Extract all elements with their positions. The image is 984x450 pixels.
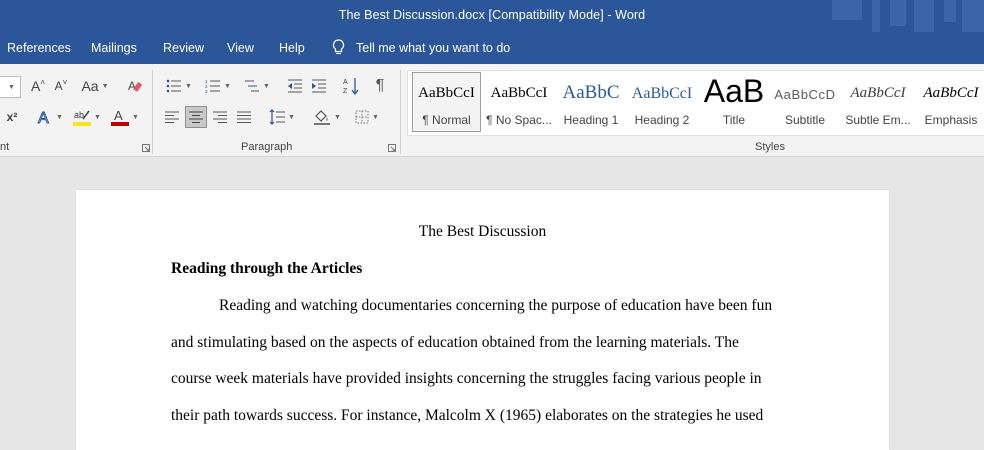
- style-emphasis[interactable]: AaBbCcI Emphasis: [917, 73, 984, 131]
- chevron-down-icon: ▼: [132, 113, 139, 121]
- align-center-icon: [189, 111, 203, 123]
- group-separator: [400, 70, 401, 154]
- align-center-button[interactable]: [185, 106, 207, 128]
- change-case-button[interactable]: Aa ▼: [78, 76, 112, 96]
- svg-text:A: A: [114, 108, 123, 123]
- align-right-button[interactable]: [210, 106, 230, 128]
- borders-icon: [355, 110, 369, 124]
- align-left-button[interactable]: [162, 106, 182, 128]
- indent-icon: [312, 79, 326, 93]
- svg-text:A: A: [128, 79, 136, 93]
- styles-gallery: AaBbCcI ¶ Normal AaBbCcI ¶ No Spac... Aa…: [407, 70, 984, 136]
- document-page[interactable]: The Best Discussion Reading through the …: [76, 190, 889, 450]
- tell-me-text: Tell me what you want to do: [356, 40, 511, 55]
- chevron-down-icon: ▼: [263, 82, 270, 90]
- style-no-spacing[interactable]: AaBbCcI ¶ No Spac...: [484, 73, 554, 131]
- highlight-button[interactable]: ab ▼: [70, 106, 104, 128]
- show-formatting-button[interactable]: ¶: [370, 76, 390, 96]
- justify-button[interactable]: [234, 106, 254, 128]
- text-effects-icon: A: [38, 110, 50, 126]
- numbered-list-icon: 1 2 3: [205, 79, 221, 93]
- font-color-button[interactable]: A ▼: [108, 106, 142, 128]
- pilcrow-icon: ¶: [375, 77, 385, 94]
- tab-help[interactable]: Help: [279, 41, 305, 55]
- text-effects-button[interactable]: A ▼: [33, 106, 67, 128]
- svg-text:A: A: [38, 110, 49, 125]
- align-left-icon: [165, 111, 179, 123]
- chevron-down-icon: ▼: [288, 113, 295, 121]
- tab-view[interactable]: View: [227, 41, 254, 55]
- body-line: course week materials have provided insi…: [171, 370, 762, 387]
- align-right-icon: [213, 111, 227, 123]
- chevron-down-icon: ▼: [224, 82, 231, 90]
- sort-button[interactable]: A Z: [340, 76, 362, 96]
- tab-mailings[interactable]: Mailings: [91, 41, 137, 55]
- lightbulb-icon: [332, 39, 345, 55]
- grow-font-button[interactable]: A ˄: [27, 76, 49, 96]
- up-arrow-icon: ˄: [40, 77, 45, 87]
- multilevel-list-button[interactable]: ▼: [240, 76, 274, 96]
- chevron-down-icon: ▼: [8, 83, 15, 91]
- numbering-button[interactable]: 1 2 3 ▼: [201, 76, 235, 96]
- title-bar: The Best Discussion.docx [Compatibility …: [0, 0, 984, 32]
- sort-az-icon: A Z: [343, 78, 359, 95]
- section-heading: Reading through the Articles: [171, 260, 363, 277]
- clear-formatting-button[interactable]: A: [124, 76, 146, 96]
- styles-group-label: Styles: [755, 141, 785, 153]
- style-subtitle[interactable]: AaBbCcD Subtitle: [772, 73, 838, 131]
- body-line: their path towards success. For instance…: [171, 407, 764, 424]
- body-line: and stimulating based on the aspects of …: [171, 334, 739, 351]
- justify-icon: [237, 111, 251, 123]
- dialog-launcher-icon[interactable]: [142, 144, 150, 152]
- font-size-dropdown[interactable]: ▼: [0, 76, 21, 98]
- bullets-button[interactable]: ▼: [162, 76, 196, 96]
- shrink-font-button[interactable]: A ˅: [51, 76, 71, 96]
- document-title: The Best Discussion: [418, 223, 547, 240]
- multilevel-list-icon: [245, 80, 260, 92]
- tab-references[interactable]: References: [7, 41, 71, 55]
- paragraph-group-label: Paragraph: [241, 141, 293, 153]
- ribbon: ▼ A ˄ A ˅ Aa ▼ A x² A ▼ ab ▼ A ▼ nt ▼ 1 …: [0, 64, 984, 157]
- svg-text:Z: Z: [343, 88, 348, 95]
- style-title[interactable]: AaB Title: [701, 73, 767, 131]
- bullet-list-icon: [166, 79, 182, 93]
- font-group-label: nt: [0, 141, 10, 153]
- style-heading-1[interactable]: AaBbC Heading 1: [558, 73, 624, 131]
- style-heading-2[interactable]: AaBbCcI Heading 2: [629, 73, 695, 131]
- increase-indent-button[interactable]: [308, 76, 330, 96]
- chevron-down-icon: ▼: [185, 82, 192, 90]
- outdent-icon: [288, 79, 302, 93]
- line-spacing-icon: [269, 109, 286, 125]
- window-title: The Best Discussion.docx [Compatibility …: [338, 8, 646, 22]
- down-arrow-icon: ˅: [62, 77, 68, 87]
- chevron-down-icon: ▼: [372, 113, 379, 121]
- superscript-button[interactable]: x²: [2, 106, 22, 128]
- group-separator: [152, 70, 153, 154]
- decrease-indent-button[interactable]: [284, 76, 306, 96]
- svg-text:3: 3: [205, 89, 208, 93]
- paint-bucket-icon: [314, 110, 331, 125]
- chevron-down-icon: ▼: [334, 113, 341, 121]
- chevron-down-icon: ▼: [56, 113, 63, 121]
- menu-bar: References Mailings Review View Help Tel…: [0, 32, 984, 64]
- svg-text:A: A: [343, 79, 348, 86]
- shading-button[interactable]: ▼: [310, 106, 344, 128]
- style-normal[interactable]: AaBbCcI ¶ Normal: [412, 72, 481, 132]
- highlighter-icon: ab: [73, 110, 92, 126]
- tell-me-search[interactable]: Tell me what you want to do: [332, 39, 510, 56]
- dialog-launcher-icon[interactable]: [388, 144, 396, 152]
- chevron-down-icon: ▼: [101, 82, 109, 90]
- line-spacing-button[interactable]: ▼: [265, 106, 299, 128]
- style-subtle-emphasis[interactable]: AaBbCcI Subtle Em...: [844, 73, 912, 131]
- borders-button[interactable]: ▼: [350, 106, 384, 128]
- eraser-icon: A: [128, 79, 142, 93]
- body-line: Reading and watching documentaries conce…: [219, 297, 773, 314]
- font-color-icon: A: [111, 108, 130, 126]
- chevron-down-icon: ▼: [94, 113, 101, 121]
- tab-review[interactable]: Review: [163, 41, 204, 55]
